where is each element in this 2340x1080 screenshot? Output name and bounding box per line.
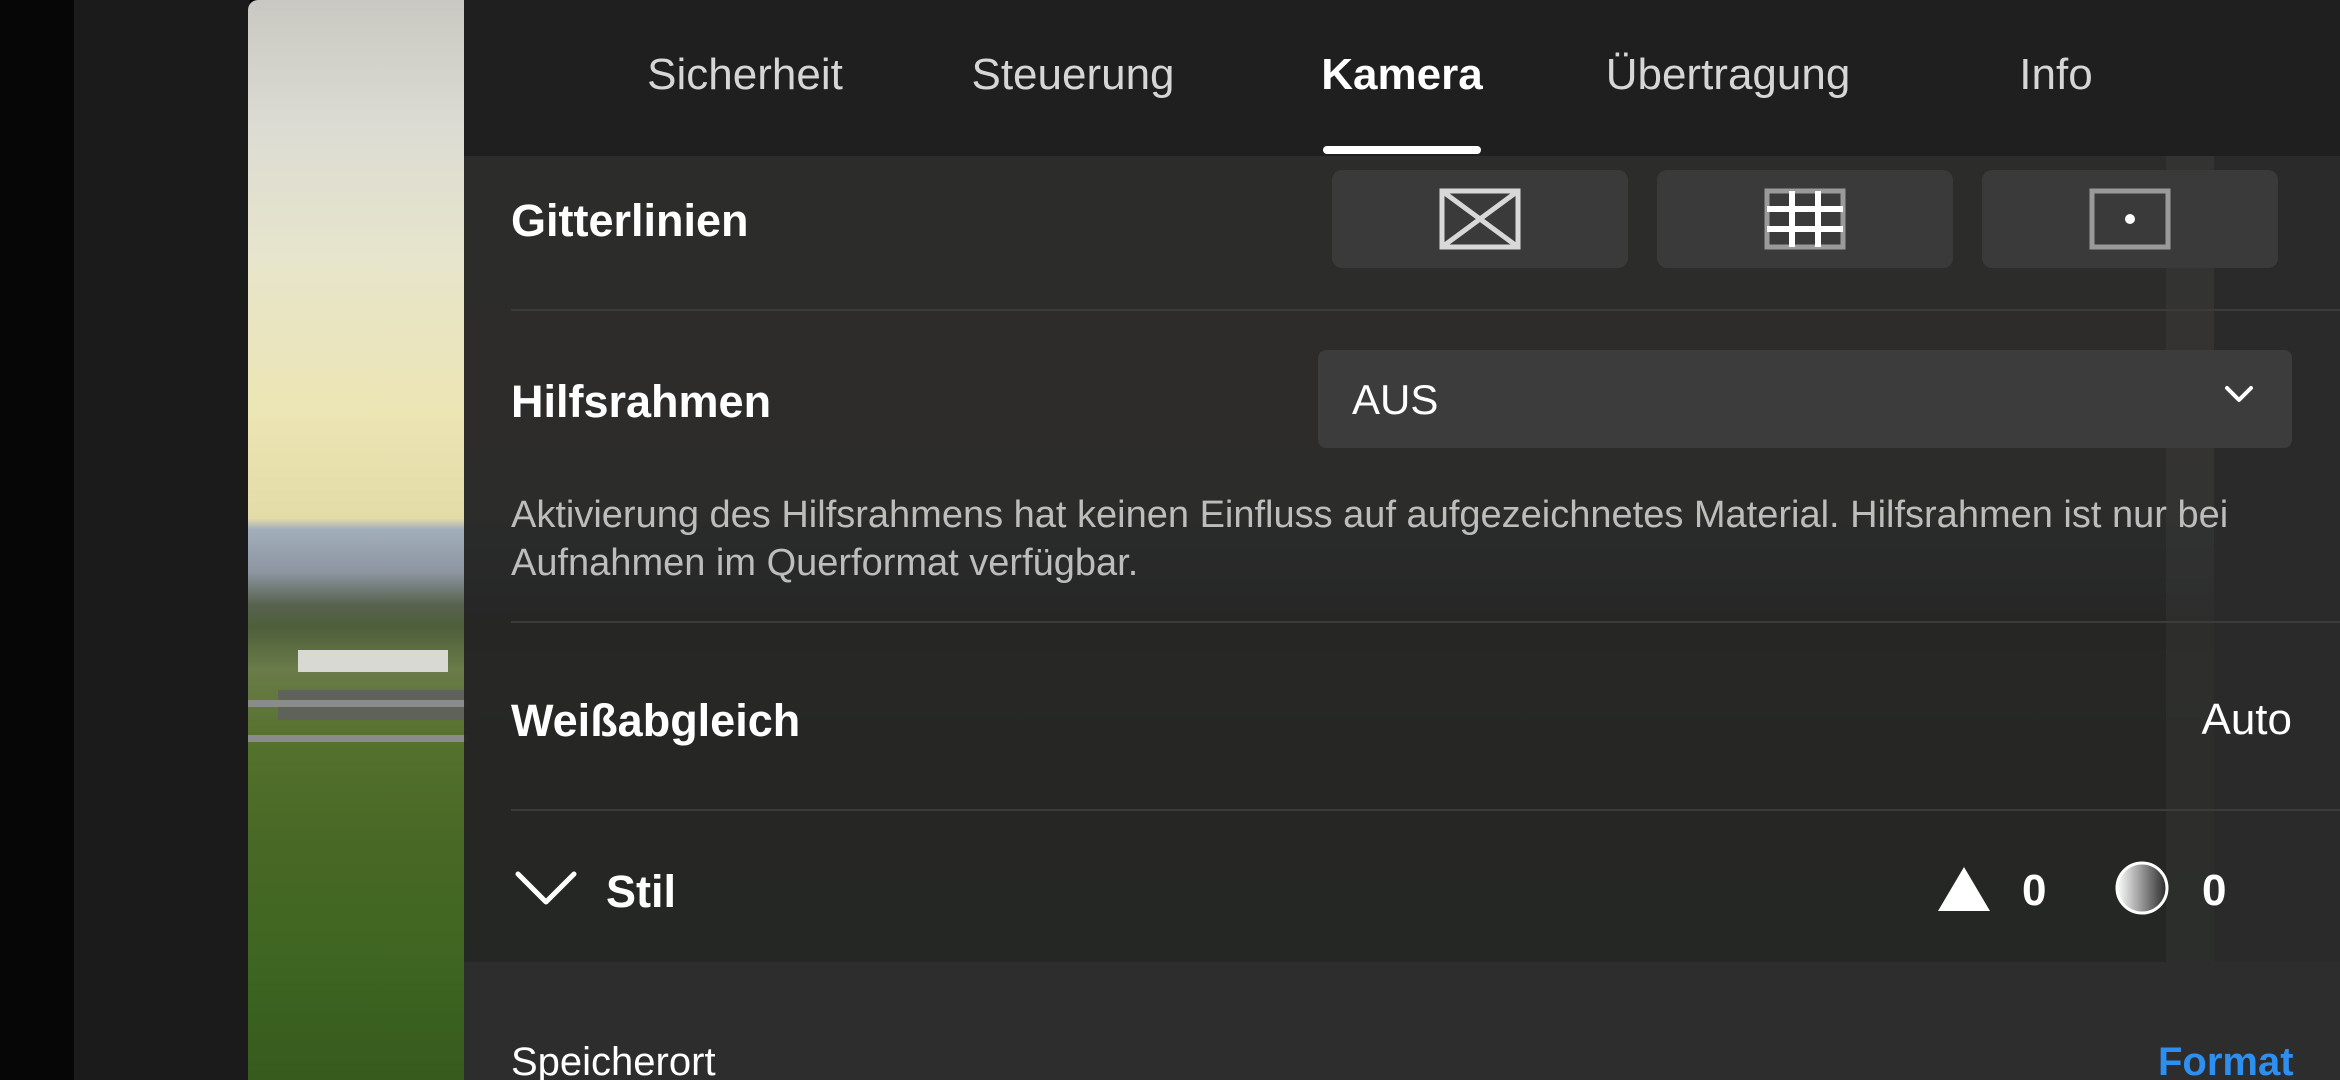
- tab-info[interactable]: Info: [2019, 50, 2092, 100]
- gridlines-option-diagonal[interactable]: [1332, 170, 1628, 268]
- style-label[interactable]: Stil: [606, 866, 676, 918]
- expand-chevron-icon[interactable]: [514, 868, 578, 908]
- gridlines-option-thirds[interactable]: [1657, 170, 1953, 268]
- divider: [511, 809, 2340, 811]
- center-point-icon: [2089, 188, 2171, 250]
- tab-camera[interactable]: Kamera: [1321, 50, 1482, 100]
- format-link[interactable]: Format: [2158, 1040, 2294, 1080]
- divider: [511, 621, 2340, 623]
- storage-label: Speicherort: [511, 1040, 716, 1080]
- preview-road: [248, 735, 468, 742]
- guide-frame-dropdown[interactable]: AUS: [1318, 350, 2292, 448]
- active-tab-indicator: [1323, 146, 1481, 154]
- preview-building: [298, 650, 448, 672]
- white-balance-label[interactable]: Weißabgleich: [511, 695, 800, 747]
- tab-control[interactable]: Steuerung: [971, 50, 1174, 100]
- sharpness-value: 0: [2022, 866, 2047, 915]
- settings-panel: Sicherheit Steuerung Kamera Übertragung …: [464, 0, 2340, 1080]
- left-edge: [0, 0, 74, 1080]
- contrast-value: 0: [2202, 866, 2227, 915]
- thirds-grid-icon: [1764, 188, 1846, 250]
- sharpness-icon: [1938, 867, 1990, 911]
- diagonal-grid-icon: [1439, 188, 1521, 250]
- white-balance-value[interactable]: Auto: [2201, 695, 2292, 745]
- guide-frame-label: Hilfsrahmen: [511, 376, 772, 427]
- left-bar: [74, 0, 250, 1080]
- tab-bar: Sicherheit Steuerung Kamera Übertragung …: [464, 0, 2340, 156]
- preview-road: [248, 700, 468, 707]
- guide-frame-value: AUS: [1352, 376, 1439, 423]
- storage-section: [464, 962, 2340, 1080]
- chevron-down-icon: [2225, 386, 2253, 402]
- tab-safety[interactable]: Sicherheit: [647, 50, 843, 100]
- tab-transmission[interactable]: Übertragung: [1606, 50, 1851, 100]
- gridlines-label: Gitterlinien: [511, 195, 749, 246]
- gridlines-option-center[interactable]: [1982, 170, 2278, 268]
- divider: [511, 309, 2340, 311]
- guide-frame-description: Aktivierung des Hilfsrahmens hat keinen …: [511, 494, 2229, 584]
- contrast-icon: [2115, 861, 2169, 915]
